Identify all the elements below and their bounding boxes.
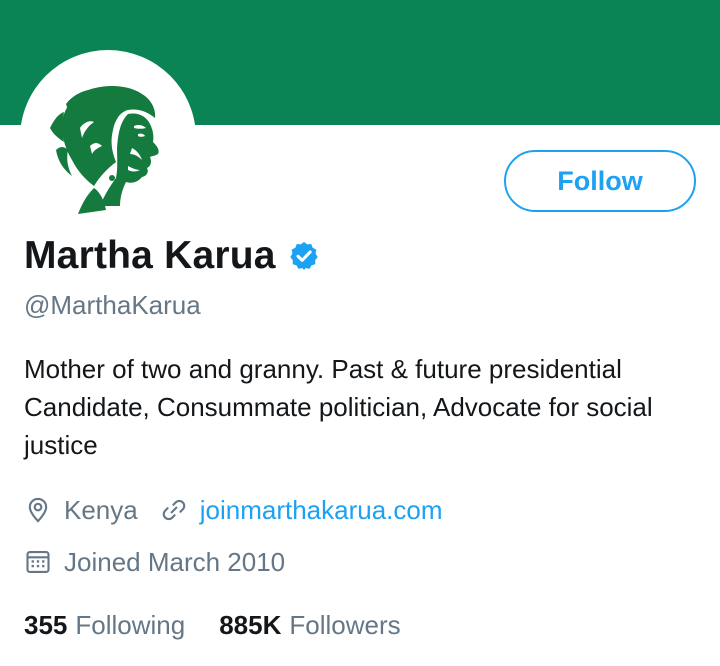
location-website-row: Kenya joinmarthakarua.com [24,490,443,530]
joined-row: Joined March 2010 [24,542,285,582]
location-text: Kenya [64,494,138,525]
display-name: Martha Karua [24,234,276,277]
location-pin-icon [24,496,52,524]
joined-date: Joined March 2010 [64,546,286,577]
followers-label: Followers [289,609,401,640]
following-stat[interactable]: 355 Following [24,610,185,641]
following-count: 355 [24,609,68,640]
user-handle: @MarthaKarua [24,290,201,320]
profile-bio: Mother of two and granny. Past & future … [24,354,653,460]
calendar-icon [24,548,52,576]
link-icon [160,496,188,524]
avatar[interactable] [20,50,196,226]
followers-stat[interactable]: 885K Followers [219,610,400,641]
avatar-portrait-image [50,86,159,214]
name-row: Martha Karua [24,230,320,282]
verified-badge-icon [288,240,320,272]
follow-button[interactable]: Follow [504,150,696,212]
following-label: Following [75,609,186,640]
followers-count: 885K [219,609,282,640]
website-link[interactable]: joinmarthakarua.com [200,495,443,526]
follow-stats: 355 Following 885K Followers [24,605,401,645]
